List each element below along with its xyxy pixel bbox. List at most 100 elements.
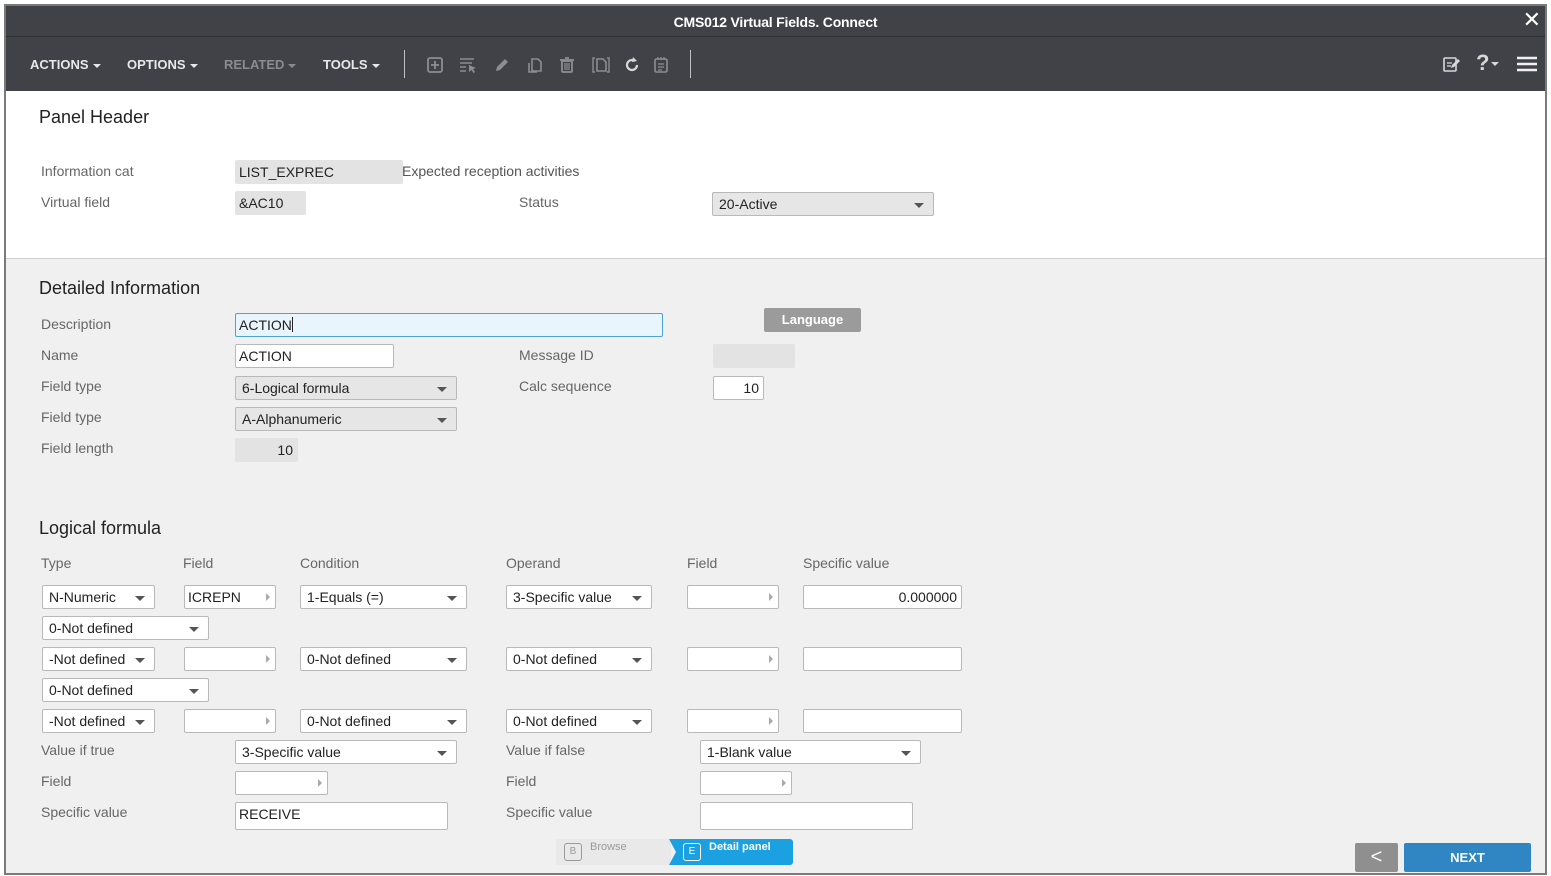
menu-related[interactable]: RELATED xyxy=(224,57,297,72)
lookup-arrow-icon[interactable] xyxy=(266,655,270,663)
refresh-icon[interactable] xyxy=(622,55,642,75)
information-cat-label: Information cat xyxy=(41,163,134,179)
row2-type-select[interactable]: -Not defined xyxy=(42,647,155,671)
app-window: CMS012 Virtual Fields. Connect ✕ ACTIONS… xyxy=(4,4,1547,875)
row3-field2-lookup[interactable] xyxy=(687,709,779,733)
detail-panel: Detailed Information Description ACTION … xyxy=(6,260,1545,830)
column-header-field: Field xyxy=(183,555,214,571)
field-length-field: 10 xyxy=(235,438,298,462)
previous-button[interactable]: < xyxy=(1355,843,1398,872)
close-icon[interactable]: ✕ xyxy=(1523,9,1541,31)
detail-badge-icon: E xyxy=(683,843,701,861)
title-bar: CMS012 Virtual Fields. Connect ✕ xyxy=(6,6,1545,37)
row3-condition-select[interactable]: 0-Not defined xyxy=(300,709,467,733)
next-button[interactable]: NEXT xyxy=(1404,843,1531,872)
description-input[interactable]: ACTION xyxy=(235,313,663,337)
row1-field2-lookup[interactable] xyxy=(687,585,779,609)
message-id-label: Message ID xyxy=(519,347,594,363)
row3-operand-select[interactable]: 0-Not defined xyxy=(506,709,652,733)
row2-condition-select[interactable]: 0-Not defined xyxy=(300,647,467,671)
value-if-true-select[interactable]: 3-Specific value xyxy=(235,740,457,764)
false-specific-value-input[interactable] xyxy=(700,802,913,830)
row2-operand-select[interactable]: 0-Not defined xyxy=(506,647,652,671)
text-cursor xyxy=(291,317,293,332)
virtual-field-label: Virtual field xyxy=(41,194,111,210)
step-detail-panel-label: Detail panel xyxy=(709,841,771,853)
true-specific-value-input[interactable]: RECEIVE xyxy=(235,802,448,830)
value-if-false-select[interactable]: 1-Blank value xyxy=(700,740,921,764)
lookup-arrow-icon[interactable] xyxy=(782,779,786,787)
menu-tools[interactable]: TOOLS xyxy=(323,57,380,72)
panel-header: Panel Header Information cat LIST_EXPREC… xyxy=(6,91,1545,259)
edit-icon[interactable] xyxy=(492,55,512,75)
row3-type-select[interactable]: -Not defined xyxy=(42,709,155,733)
virtual-field-field: &AC10 xyxy=(235,191,306,215)
menu-actions[interactable]: ACTIONS xyxy=(30,57,101,72)
name-input[interactable]: ACTION xyxy=(235,344,394,368)
detailed-information-title: Detailed Information xyxy=(39,278,201,298)
language-button[interactable]: Language xyxy=(764,308,861,332)
false-field-lookup[interactable] xyxy=(700,771,792,795)
false-specific-value-label: Specific value xyxy=(506,804,593,820)
row1-connector-select[interactable]: 0-Not defined xyxy=(42,616,209,640)
row1-specific-value-input[interactable]: 0.000000 xyxy=(803,585,962,609)
value-if-false-label: Value if false xyxy=(506,742,586,758)
select-list-icon[interactable] xyxy=(458,55,478,75)
help-icon[interactable]: ? xyxy=(1476,50,1500,76)
row2-field-lookup[interactable] xyxy=(184,647,276,671)
help-label: ? xyxy=(1476,50,1490,75)
information-cat-field: LIST_EXPREC xyxy=(235,160,403,184)
toolbar: ACTIONS OPTIONS RELATED TOOLS ? xyxy=(6,37,1545,91)
row3-field-lookup[interactable] xyxy=(184,709,276,733)
edit-notes-icon[interactable] xyxy=(1441,54,1461,74)
true-field-label: Field xyxy=(41,773,72,789)
chevron-down-icon xyxy=(92,63,101,68)
lookup-arrow-icon[interactable] xyxy=(769,593,773,601)
chevron-down-icon xyxy=(371,63,380,68)
row3-specific-value-input[interactable] xyxy=(803,709,962,733)
delete-icon[interactable] xyxy=(557,55,577,75)
column-header-type: Type xyxy=(41,555,72,571)
lookup-arrow-icon[interactable] xyxy=(266,717,270,725)
duplicate-icon[interactable] xyxy=(591,55,611,75)
notes-icon[interactable] xyxy=(651,55,671,75)
field-length-label: Field length xyxy=(41,440,114,456)
footer-bar: B Browse E Detail panel < NEXT xyxy=(6,830,1545,873)
row1-field-lookup[interactable]: ICREPN xyxy=(184,585,276,609)
step-detail-panel[interactable]: E Detail panel xyxy=(669,839,793,865)
logical-formula-title: Logical formula xyxy=(39,518,162,538)
row1-operand-select[interactable]: 3-Specific value xyxy=(506,585,652,609)
add-icon[interactable] xyxy=(425,55,445,75)
true-specific-value-label: Specific value xyxy=(41,804,128,820)
menu-options-label: OPTIONS xyxy=(127,57,186,72)
copy-icon[interactable] xyxy=(525,55,545,75)
description-label: Description xyxy=(41,316,112,332)
row2-specific-value-input[interactable] xyxy=(803,647,962,671)
step-browse[interactable]: B Browse xyxy=(556,839,671,865)
false-field-label: Field xyxy=(506,773,537,789)
calc-sequence-input[interactable]: 10 xyxy=(713,376,764,400)
message-id-field xyxy=(713,344,795,368)
lookup-arrow-icon[interactable] xyxy=(769,655,773,663)
panel-header-title: Panel Header xyxy=(39,107,150,127)
toolbar-divider xyxy=(690,50,691,78)
column-header-condition: Condition xyxy=(300,555,360,571)
true-field-lookup[interactable] xyxy=(235,771,328,795)
toolbar-divider xyxy=(404,50,405,78)
lookup-arrow-icon[interactable] xyxy=(318,779,322,787)
lookup-arrow-icon[interactable] xyxy=(769,717,773,725)
description-value: ACTION xyxy=(239,317,292,333)
menu-options[interactable]: OPTIONS xyxy=(127,57,198,72)
lookup-arrow-icon[interactable] xyxy=(266,593,270,601)
status-label: Status xyxy=(519,194,559,210)
column-header-operand: Operand xyxy=(506,555,561,571)
column-header-field-2: Field xyxy=(687,555,718,571)
hamburger-menu-icon[interactable] xyxy=(1517,56,1537,72)
status-select[interactable]: 20-Active xyxy=(712,192,934,216)
row1-type-select[interactable]: N-Numeric xyxy=(42,585,155,609)
row2-field2-lookup[interactable] xyxy=(687,647,779,671)
row2-connector-select[interactable]: 0-Not defined xyxy=(42,678,209,702)
field-type-select[interactable]: 6-Logical formula xyxy=(235,376,457,400)
field-type-2-select[interactable]: A-Alphanumeric xyxy=(235,407,457,431)
row1-condition-select[interactable]: 1-Equals (=) xyxy=(300,585,467,609)
